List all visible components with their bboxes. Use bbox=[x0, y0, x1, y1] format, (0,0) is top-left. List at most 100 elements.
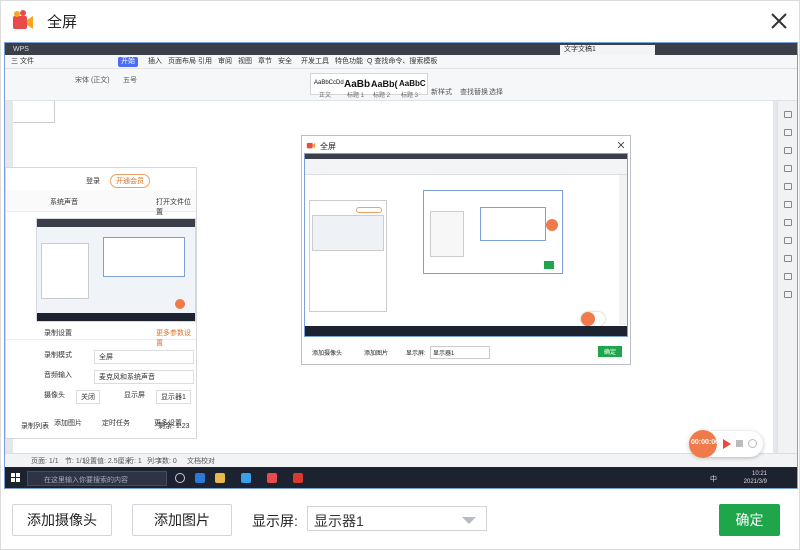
taskbar-clock: 10:21 2021/3/9 bbox=[744, 470, 767, 486]
taskbar-search: 在这里输入你要搜索的内容 bbox=[27, 471, 167, 486]
document-area: 登录 开通会员 系统声音 打开文件位置 录制设置 更多参数设置 录制模式 全屏 … bbox=[5, 101, 779, 453]
taskbar-recorder-icon bbox=[267, 473, 277, 483]
nested-window-rec bbox=[546, 219, 558, 231]
rail-icon bbox=[784, 237, 792, 244]
taskbar-date: 2021/3/9 bbox=[743, 479, 767, 485]
windows-start-icon bbox=[11, 473, 20, 482]
wps-ribbon: 宋体 (正文) 五号 AaBbCcDd 正文 AaBb 标题 1 AaBb( 标… bbox=[5, 69, 797, 101]
menu-item: 引用 bbox=[198, 58, 212, 65]
nested-rec-circle bbox=[581, 312, 595, 326]
rail-icon bbox=[784, 291, 792, 298]
wps-menu-bar: 三 文件 开始 插入 页面布局 引用 审阅 视图 章节 安全 开发工具 特色功能… bbox=[5, 55, 797, 69]
rail-icon bbox=[784, 147, 792, 154]
style-gallery: AaBbCcDd 正文 AaBb 标题 1 AaBb( 标题 2 AaBbC 标… bbox=[310, 73, 428, 99]
nested-window-panel bbox=[430, 211, 464, 257]
record-timer-circle: 00:00:00 bbox=[689, 430, 720, 458]
login-link: 登录 bbox=[86, 178, 100, 185]
menu-item: 三 文件 bbox=[11, 58, 34, 65]
open-folder-label: 打开文件位置 bbox=[156, 199, 191, 216]
menu-item: 安全 bbox=[278, 58, 292, 65]
menu-item: 审阅 bbox=[218, 58, 232, 65]
ok-button[interactable]: 确定 bbox=[719, 504, 780, 536]
nested-panel bbox=[309, 200, 387, 312]
screen-recorder-dialog: 全屏 WPS 文字文稿1 三 文件 开始 插入 页面布局 引用 审阅 视图 章节… bbox=[0, 0, 800, 550]
display-label: 显示屏: bbox=[252, 513, 298, 529]
taskbar-edge-icon bbox=[241, 473, 251, 483]
menu-item: 插入 bbox=[148, 58, 162, 65]
recording-time: 00:00:00 bbox=[691, 439, 720, 446]
nested-window-ok bbox=[544, 261, 554, 269]
menu-item: 特色功能 bbox=[335, 58, 363, 65]
audio-input-label: 音频输入 bbox=[44, 372, 72, 379]
style-caption: 正文 bbox=[319, 93, 332, 99]
title-bar: 全屏 bbox=[1, 1, 800, 41]
windows-taskbar: 在这里输入你要搜索的内容 中 10:21 2021/3/9 bbox=[5, 467, 797, 488]
inner-recorder-panel: 登录 开通会员 系统声音 打开文件位置 录制设置 更多参数设置 录制模式 全屏 … bbox=[5, 167, 197, 439]
select-label: 选择 bbox=[489, 89, 503, 96]
nested-add-camera: 添加摄像头 bbox=[312, 351, 343, 357]
menu-item: 页面布局 bbox=[168, 58, 196, 65]
rail-icon bbox=[784, 165, 792, 172]
record-list-label: 录制列表 bbox=[21, 423, 49, 430]
record-settings-label: 录制设置 bbox=[44, 330, 72, 337]
nested-rec-pill bbox=[581, 312, 605, 326]
page-corner-marker bbox=[13, 101, 55, 123]
display-label-mini: 显示屏 bbox=[124, 392, 145, 399]
status-page: 页面: 1/1 bbox=[31, 458, 59, 465]
rail-icon bbox=[784, 111, 792, 118]
nested-display-label: 显示屏: bbox=[406, 351, 426, 357]
mini-tabbar bbox=[37, 219, 195, 227]
nested-panel-preview bbox=[312, 215, 384, 251]
window-title: 全屏 bbox=[47, 14, 78, 31]
pen-icon bbox=[748, 439, 757, 448]
display-select-value: 显示器1 bbox=[314, 513, 364, 529]
camera-label: 摄像头 bbox=[44, 392, 65, 399]
nested-preview bbox=[304, 153, 628, 337]
nested-window bbox=[423, 190, 563, 274]
recording-control-pill: 00:00:00 bbox=[689, 430, 763, 458]
mini-rec-icon bbox=[175, 299, 185, 309]
rail-icon bbox=[784, 129, 792, 136]
mini-screen-preview bbox=[36, 218, 196, 322]
font-name: 宋体 (正文) bbox=[75, 77, 110, 84]
wps-tab-bar: WPS 文字文稿1 bbox=[5, 43, 797, 55]
status-row: 行: 1 bbox=[127, 458, 142, 465]
nested-ribbon bbox=[305, 159, 627, 175]
add-camera-button[interactable]: 添加摄像头 bbox=[12, 504, 112, 536]
audio-input-select: 麦克风和系统声音 bbox=[94, 370, 194, 384]
wps-right-toolbar bbox=[777, 101, 797, 453]
taskbar-time: 10:21 bbox=[751, 471, 767, 477]
status-proof: 文档校对 bbox=[187, 458, 215, 465]
rail-icon bbox=[784, 255, 792, 262]
display-select-mini: 显示器1 bbox=[156, 390, 191, 404]
rail-icon bbox=[784, 201, 792, 208]
rail-icon bbox=[784, 273, 792, 280]
close-icon[interactable] bbox=[767, 9, 791, 33]
status-words: 字数: 0 bbox=[155, 458, 177, 465]
style-sample: AaBb( bbox=[371, 79, 398, 89]
add-image-button[interactable]: 添加图片 bbox=[132, 504, 232, 536]
menu-item: 开发工具 bbox=[301, 58, 329, 65]
nested-vip-badge bbox=[356, 207, 382, 213]
system-sound-label: 系统声音 bbox=[50, 199, 78, 206]
nested-rail bbox=[619, 175, 627, 325]
rail-icon bbox=[784, 183, 792, 190]
taskbar-search-text: 在这里输入你要搜索的内容 bbox=[44, 477, 128, 484]
nested-title: 全屏 bbox=[320, 142, 336, 151]
display-select[interactable]: 显示器1 bbox=[307, 506, 487, 531]
record-mode-label: 录制模式 bbox=[44, 352, 72, 359]
video-camera-logo bbox=[13, 10, 33, 29]
style-sample: AaBbCcDd bbox=[314, 80, 344, 86]
menu-item: Q 查找命令、搜索模板 bbox=[367, 58, 438, 65]
taskbar-app-icon bbox=[195, 473, 205, 483]
nested-logo-icon bbox=[306, 142, 316, 149]
nested-add-image: 添加图片 bbox=[364, 351, 389, 357]
find-replace-label: 查找替换 bbox=[460, 89, 488, 96]
taskbar-cortana-icon bbox=[175, 473, 185, 483]
wps-tab-document: 文字文稿1 bbox=[560, 45, 655, 55]
status-setting: 设置值: 2.5厘米 bbox=[83, 458, 132, 465]
menu-item: 视图 bbox=[238, 58, 252, 65]
mini-taskbar bbox=[37, 313, 195, 321]
camera-select: 关闭 bbox=[76, 390, 100, 404]
chevron-down-icon bbox=[462, 517, 476, 524]
